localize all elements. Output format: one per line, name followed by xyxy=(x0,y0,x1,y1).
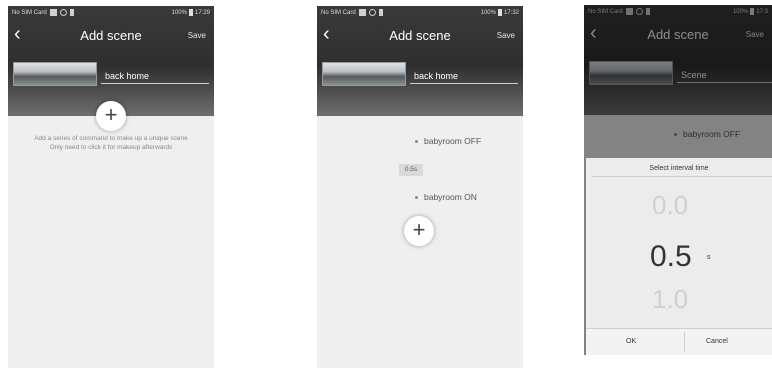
command-item[interactable]: babyroom ON xyxy=(415,192,477,202)
unit-label: s xyxy=(707,254,711,261)
status-bar: No SIM Card 100% 17:32 xyxy=(317,6,523,20)
command-label: babyroom ON xyxy=(424,192,477,202)
hint-line-2: Only need to click it for makeup afterwa… xyxy=(49,144,173,151)
cancel-button[interactable]: Cancel xyxy=(706,338,728,345)
notification-icon xyxy=(69,9,74,16)
carrier-text: No SIM Card xyxy=(321,10,356,17)
screen-select-interval: No SIM Card 100% 17:3 ‹ Add scene Save Sc… xyxy=(584,5,772,355)
sync-icon xyxy=(368,9,376,16)
bullet-icon xyxy=(415,140,418,144)
picker-option[interactable]: 0.0 xyxy=(652,190,688,221)
command-label: babyroom OFF xyxy=(424,136,482,146)
divider xyxy=(592,176,772,177)
notification-icon xyxy=(378,9,383,16)
header: No SIM Card 100% 17:32 ‹ Add scene Save b… xyxy=(317,6,523,116)
divider xyxy=(684,332,685,352)
empty-hint: Add a series of command to make up a uni… xyxy=(12,134,210,152)
signal-icon xyxy=(358,9,366,16)
battery-percent: 100% xyxy=(480,10,496,17)
bullet-icon xyxy=(415,196,418,200)
screen-add-scene-commands: No SIM Card 100% 17:32 ‹ Add scene Save b… xyxy=(317,6,523,368)
battery-percent: 100% xyxy=(171,10,187,17)
ok-button[interactable]: OK xyxy=(626,338,636,345)
screen-add-scene-empty: No SIM Card 100% 17:29 ‹ Add scene Save b… xyxy=(8,6,214,368)
save-button[interactable]: Save xyxy=(497,31,515,40)
command-item[interactable]: babyroom OFF xyxy=(415,136,481,146)
status-bar: No SIM Card 100% 17:29 xyxy=(8,6,214,20)
signal-icon xyxy=(49,9,57,16)
dialog-title: Select interval time xyxy=(649,165,709,172)
scene-name-input[interactable]: back home xyxy=(410,68,518,84)
dialog-button-bar: OK Cancel xyxy=(586,328,772,355)
clock: 17:29 xyxy=(194,10,210,17)
carrier-text: No SIM Card xyxy=(12,10,47,17)
scene-name-input[interactable]: back home xyxy=(101,68,209,84)
picker-option[interactable]: 1.0 xyxy=(652,284,688,315)
title-bar: ‹ Add scene Save xyxy=(8,22,214,48)
interval-chip[interactable]: 0.5s xyxy=(399,164,423,176)
header: No SIM Card 100% 17:29 ‹ Add scene Save b… xyxy=(8,6,214,116)
picker-selected-value[interactable]: 0.5 xyxy=(650,240,692,274)
clock: 17:32 xyxy=(503,10,519,17)
page-title: Add scene xyxy=(389,28,451,43)
add-command-button[interactable]: + xyxy=(96,101,126,131)
battery-icon xyxy=(188,9,193,16)
title-bar: ‹ Add scene Save xyxy=(317,22,523,48)
battery-icon xyxy=(497,9,502,16)
sync-icon xyxy=(59,9,67,16)
save-button[interactable]: Save xyxy=(188,31,206,40)
interval-dialog: Select interval time 0.0 0.5 s 1.0 OK Ca… xyxy=(586,158,772,355)
scene-image[interactable] xyxy=(13,62,97,86)
add-command-button[interactable]: + xyxy=(404,216,434,246)
page-title: Add scene xyxy=(80,28,142,43)
hint-line-1: Add a series of command to make up a uni… xyxy=(34,135,188,142)
scene-image[interactable] xyxy=(322,62,406,86)
